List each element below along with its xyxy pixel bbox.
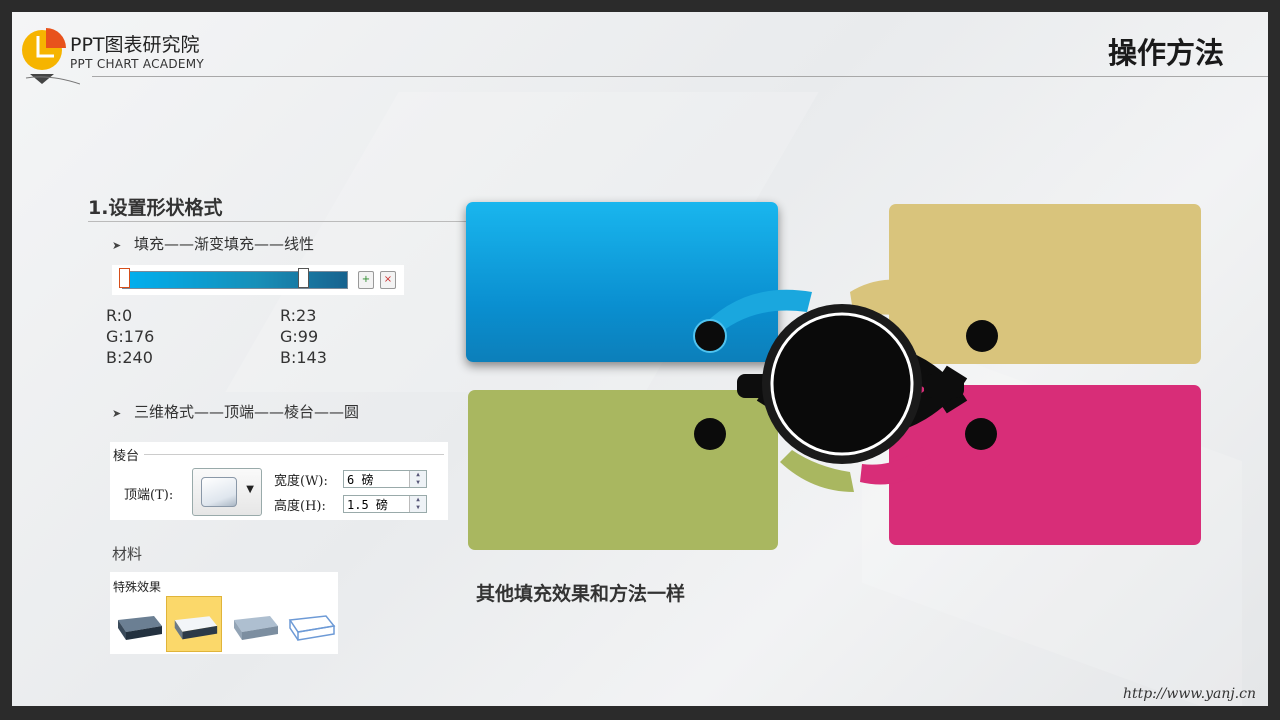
height-label: 高度(H): <box>274 499 326 514</box>
arrow-bullet-icon: ➤ <box>112 239 122 252</box>
height-stepper-icon[interactable]: ▲ ▼ <box>409 496 426 512</box>
brand-subtitle: PPT CHART ACADEMY <box>70 57 205 71</box>
top-label: 顶端(T): <box>124 488 174 503</box>
slide: PPT图表研究院 PPT CHART ACADEMY 操作方法 1.设置形状格式… <box>12 12 1268 706</box>
green-card-dot <box>694 418 726 450</box>
header-divider <box>92 76 1268 77</box>
gradient-stop-1-handle[interactable] <box>119 268 130 288</box>
stop2-r: R:23 <box>280 306 317 325</box>
bevel-panel: 棱台 顶端(T): ▼ 宽度(W): 6 磅 ▲ ▼ 高度(H): 1.5 磅 ▲… <box>110 442 448 520</box>
bullet-fill-text: 填充——渐变填充——线性 <box>134 235 315 253</box>
material-metal-icon[interactable] <box>226 596 282 652</box>
stop2-g: G:99 <box>280 327 319 346</box>
gradient-stops-control: + × <box>112 265 404 295</box>
material-wireframe-icon[interactable] <box>282 596 338 652</box>
width-label: 宽度(W): <box>274 474 328 489</box>
bevel-circle-preset-icon <box>201 477 237 507</box>
stop2-b: B:143 <box>280 348 327 367</box>
pink-card-dot <box>965 418 997 450</box>
material-panel: 特殊效果 <box>110 572 338 654</box>
hub-side-bar <box>924 374 964 398</box>
bullet-3d: ➤ 三维格式——顶端——棱台——圆 <box>112 401 359 422</box>
brand-name: PPT图表研究院 <box>70 34 200 56</box>
width-input[interactable]: 6 磅 ▲ ▼ <box>343 470 427 488</box>
material-heading: 材料 <box>112 545 143 563</box>
page-title: 操作方法 <box>1107 36 1224 70</box>
bullet-3d-text: 三维格式——顶端——棱台——圆 <box>134 403 360 421</box>
width-stepper-icon[interactable]: ▲ ▼ <box>409 471 426 487</box>
material-warm-matte-icon[interactable] <box>110 596 166 652</box>
section-divider <box>88 221 468 222</box>
remove-stop-icon[interactable]: × <box>380 271 396 289</box>
tan-card-dot <box>966 320 998 352</box>
stop1-b: B:240 <box>106 348 153 367</box>
blue-card-dot <box>693 319 727 353</box>
gradient-stop-2-handle[interactable] <box>298 268 309 288</box>
hub-diagram <box>693 279 998 492</box>
stop1-r: R:0 <box>106 306 133 325</box>
hub-center-circle <box>770 312 914 456</box>
bevel-preset-dropdown[interactable]: ▼ <box>192 468 262 516</box>
stop1-rgb: R:0 G:176 B:240 <box>106 305 154 368</box>
material-panel-heading: 特殊效果 <box>113 580 162 594</box>
height-input[interactable]: 1.5 磅 ▲ ▼ <box>343 495 427 513</box>
footer-url[interactable]: http://www.yanj.cn <box>1123 686 1256 702</box>
gradient-bar <box>122 271 348 289</box>
height-value: 1.5 磅 <box>347 498 388 512</box>
stop1-g: G:176 <box>106 327 155 346</box>
width-value: 6 磅 <box>347 473 374 487</box>
bullet-fill: ➤ 填充——渐变填充——线性 <box>112 233 314 254</box>
add-stop-icon[interactable]: + <box>358 271 374 289</box>
material-plastic-icon[interactable] <box>166 596 222 652</box>
bevel-heading-divider <box>144 454 444 455</box>
section-title: 1.设置形状格式 <box>88 197 223 219</box>
stop2-rgb: R:23 G:99 B:143 <box>280 305 327 368</box>
bevel-heading: 棱台 <box>113 449 140 464</box>
chevron-down-icon: ▼ <box>246 484 254 495</box>
arrow-bullet-icon: ➤ <box>112 407 122 420</box>
bottom-note: 其他填充效果和方法一样 <box>476 583 686 605</box>
